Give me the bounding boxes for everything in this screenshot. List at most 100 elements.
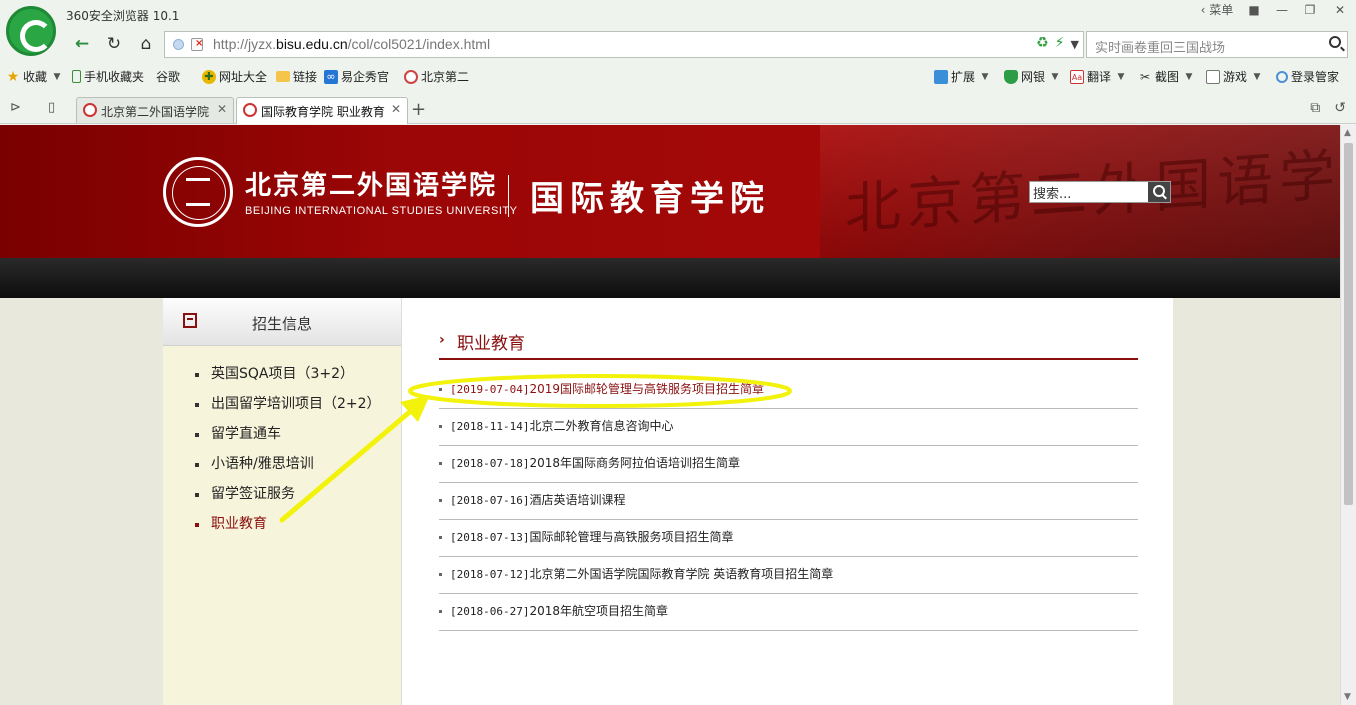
bookmark-google[interactable]: 谷歌 (156, 68, 180, 206)
sidebar-title: 招生信息 (252, 315, 313, 333)
news-item[interactable]: [2018-07-13]国际邮轮管理与高铁服务项目招生简章 (439, 520, 1138, 557)
news-item[interactable]: [2019-07-04]2019国际邮轮管理与高铁服务项目招生简章 (439, 372, 1138, 409)
tab-vocational-label: 国际教育学院 职业教育 (261, 105, 385, 119)
page-scrollbar[interactable]: ▲ ▼ (1340, 125, 1356, 705)
document-icon (183, 313, 197, 328)
scroll-up-icon[interactable]: ▲ (1344, 128, 1351, 138)
close-icon[interactable]: ✕ (217, 102, 227, 116)
site-search-input[interactable] (1030, 182, 1148, 202)
scroll-down-icon[interactable]: ▼ (1344, 692, 1351, 702)
tab-bar-actions: ⧉ ↺ (1310, 100, 1346, 116)
tool-games-label: 游戏 (1223, 70, 1248, 84)
minimize-button[interactable]: — (1268, 0, 1296, 20)
undo-icon[interactable]: ↺ (1334, 100, 1346, 116)
main-navbar (0, 258, 1340, 298)
tool-screenshot-label: 截图 (1155, 70, 1180, 84)
bookmark-yiqi-label: 易企秀官 (341, 70, 390, 84)
browser-chrome: 360安全浏览器 10.1 ‹ 菜单 ■ — ❐ ✕ ← ↻ ⌂ http://… (0, 0, 1356, 206)
mobile-icon[interactable]: ▯ (48, 100, 55, 115)
chevron-right-icon: › (439, 332, 445, 348)
sidebar-item-study-abroad[interactable]: 出国留学培训项目（2+2） (163, 390, 401, 420)
menu-label: 菜单 (1209, 3, 1234, 17)
bookmark-links-label: 链接 (293, 70, 318, 84)
news-item[interactable]: [2018-07-12]北京第二外国语学院国际教育学院 英语教育项目招生简章 (439, 557, 1138, 594)
maximize-button[interactable]: ❐ (1296, 0, 1324, 20)
sidebar-item-language-ielts[interactable]: 小语种/雅思培训 (163, 450, 401, 480)
navigation-row: ← ↻ ⌂ http://jyzx.bisu.edu.cn/col/col502… (66, 31, 1348, 58)
tab-vocational[interactable]: 国际教育学院 职业教育 ✕ (236, 97, 408, 124)
news-title: 2019国际邮轮管理与高铁服务项目招生简章 (529, 382, 765, 396)
university-seal-icon (243, 103, 257, 117)
tab-bisu[interactable]: 北京第二外国语学院 ✕ (76, 97, 234, 123)
news-item[interactable]: [2018-07-18]2018年国际商务阿拉伯语培训招生简章 (439, 446, 1138, 483)
url-domain: bisu.edu.cn (276, 36, 348, 52)
scrollbar-thumb[interactable] (1344, 143, 1353, 505)
sites-icon: ✚ (202, 69, 216, 84)
url-prefix: http://jyzx. (213, 36, 277, 52)
url-text[interactable]: http://jyzx.bisu.edu.cn/col/col5021/inde… (213, 36, 490, 52)
bookmark-collect[interactable]: ★ 收藏 ▼ (6, 68, 64, 85)
sidebar-item-vocational[interactable]: 职业教育 (163, 510, 401, 540)
browser-search-input[interactable]: 实时画卷重回三国战场 (1086, 31, 1348, 58)
tool-screenshot[interactable]: ✂ 截图 ▼ (1138, 68, 1196, 85)
sidebar: 招生信息 英国SQA项目（3+2） 出国留学培训项目（2+2） 留学直通车 小语… (163, 298, 402, 705)
bookmark-links[interactable]: 链接 (276, 68, 317, 85)
tool-games[interactable]: 游戏 ▼ (1206, 68, 1264, 85)
news-title: 北京第二外国语学院国际教育学院 英语教育项目招生简章 (529, 567, 834, 581)
news-date: [2018-11-14] (450, 420, 530, 433)
news-item[interactable]: [2018-11-14]北京二外教育信息咨询中心 (439, 409, 1138, 446)
back-button[interactable]: ← (66, 31, 98, 58)
bolt-icon[interactable]: ⚡ (1055, 35, 1065, 51)
news-title: 国际邮轮管理与高铁服务项目招生简章 (529, 530, 734, 544)
close-icon[interactable]: ✕ (391, 102, 401, 116)
bookmark-bjer[interactable]: 北京第二 (404, 68, 469, 85)
news-title: 2018年国际商务阿拉伯语培训招生简章 (529, 456, 741, 470)
bookmark-mobile-label: 手机收藏夹 (84, 70, 145, 84)
home-button[interactable]: ⌂ (130, 31, 162, 58)
news-item[interactable]: [2018-06-27]2018年航空项目招生简章 (439, 594, 1138, 631)
news-item[interactable]: [2018-07-16]酒店英语培训课程 (439, 483, 1138, 520)
close-button[interactable]: ✕ (1324, 0, 1356, 20)
web-page: 北京第二外国语学院 北京第二外国语学院 BEIJING INTERNATIONA… (0, 125, 1340, 705)
bookmark-sites-label: 网址大全 (219, 70, 268, 84)
tool-login[interactable]: 登录管家 (1276, 68, 1339, 85)
recycle-icon[interactable]: ♻ (1036, 35, 1049, 51)
bookmark-yiqi[interactable]: ∞ 易企秀官 (324, 68, 389, 85)
tool-extend[interactable]: 扩展 ▼ (934, 68, 992, 85)
news-date: [2018-07-13] (450, 531, 530, 544)
news-date: [2018-07-12] (450, 568, 530, 581)
university-seal-logo[interactable] (163, 157, 233, 227)
search-icon[interactable] (1329, 36, 1341, 48)
tool-translate[interactable]: Aa 翻译 ▼ (1070, 68, 1128, 85)
bookmark-collect-label: 收藏 (23, 70, 48, 84)
tool-bank[interactable]: 网银 ▼ (1004, 68, 1062, 85)
new-tab-button[interactable]: + (411, 99, 426, 120)
chevron-down-icon[interactable]: ▼ (1071, 38, 1079, 51)
infinity-icon: ∞ (324, 69, 338, 84)
blocked-page-icon[interactable] (191, 38, 203, 51)
news-title: 酒店英语培训课程 (529, 493, 626, 507)
star-icon: ★ (6, 68, 20, 85)
phone-icon (72, 70, 81, 83)
chevron-down-icon: ▼ (1185, 71, 1193, 82)
bookmark-sites[interactable]: ✚ 网址大全 (202, 68, 267, 85)
sidebar-item-sqa[interactable]: 英国SQA项目（3+2） (163, 360, 401, 390)
sidebar-item-visa[interactable]: 留学签证服务 (163, 480, 401, 510)
chevron-down-icon: ▼ (1253, 71, 1261, 82)
menu-button[interactable]: ‹ 菜单 (1194, 0, 1240, 20)
sidebar-list: 英国SQA项目（3+2） 出国留学培训项目（2+2） 留学直通车 小语种/雅思培… (163, 346, 401, 540)
tab-list-icon[interactable]: ⧉ (1310, 100, 1320, 116)
tool-bank-label: 网银 (1021, 70, 1046, 84)
bookmark-mobile[interactable]: 手机收藏夹 (72, 68, 144, 85)
address-bar[interactable]: http://jyzx.bisu.edu.cn/col/col5021/inde… (164, 31, 1084, 58)
sidebar-toggle-icon[interactable]: ⊳ (10, 100, 21, 115)
refresh-button[interactable]: ↻ (98, 31, 130, 58)
tool-login-label: 登录管家 (1291, 70, 1340, 84)
nav-buttons: ← ↻ ⌂ (66, 31, 162, 58)
main-header: › 职业教育 (439, 328, 1138, 360)
skin-icon[interactable]: ■ (1240, 0, 1268, 20)
search-icon[interactable] (1148, 182, 1170, 202)
sidebar-item-direct-train[interactable]: 留学直通车 (163, 420, 401, 450)
browser-search-placeholder: 实时画卷重回三国战场 (1095, 41, 1226, 56)
browser-title: 360安全浏览器 10.1 (66, 9, 180, 23)
